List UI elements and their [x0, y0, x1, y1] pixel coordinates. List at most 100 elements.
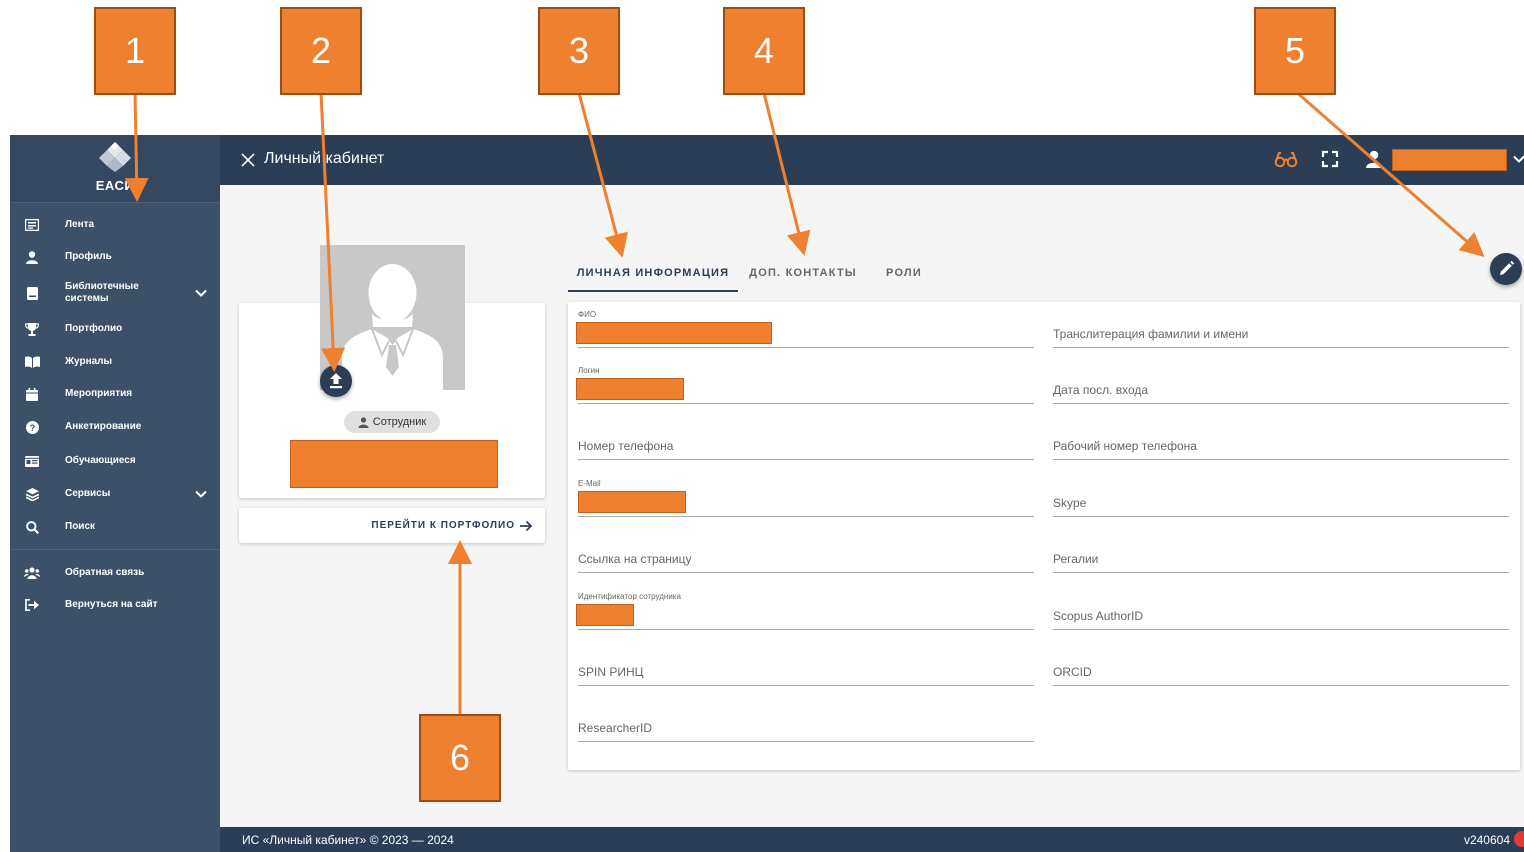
sidebar-item-label: Обучающиеся — [65, 455, 136, 466]
tab-roles[interactable]: РОЛИ — [868, 253, 940, 293]
newspaper-icon — [24, 217, 40, 233]
calendar-icon — [24, 386, 40, 402]
personal-info-form: ФИО Логин Номер телефона E-Mail Ссылка н… — [568, 302, 1520, 770]
role-chip: Сотрудник — [344, 411, 440, 433]
upload-photo-button[interactable] — [320, 365, 352, 397]
annotation-label: 1 — [94, 7, 176, 95]
book-icon — [24, 285, 40, 301]
chevron-down-icon[interactable] — [1512, 152, 1524, 166]
field-employee-id[interactable]: Идентификатор сотрудника — [576, 584, 1034, 630]
field-value-redacted — [576, 322, 772, 344]
annotation-label: 5 — [1254, 7, 1336, 95]
field-work-phone[interactable]: Рабочий номер телефона — [1053, 414, 1509, 460]
sidebar-item-label: Портфолио — [65, 323, 123, 334]
sidebar-item-label: Анкетирование — [65, 421, 142, 432]
tab-extra-contacts[interactable]: ДОП. КОНТАКТЫ — [740, 253, 866, 293]
close-icon[interactable] — [238, 150, 258, 170]
sidebar-item-label: Журналы — [65, 356, 113, 367]
sidebar-item-label: Библиотечные системы — [65, 281, 139, 304]
logo[interactable]: ЕАСИ — [10, 135, 220, 203]
id-card-icon — [24, 453, 40, 469]
field-label: Номер телефона — [578, 439, 674, 453]
annotation-label: 6 — [419, 714, 501, 802]
sidebar-divider — [10, 549, 220, 550]
field-label: Дата посл. входа — [1053, 383, 1149, 397]
annotation-label: 3 — [538, 7, 620, 95]
field-regalia[interactable]: Регалии — [1053, 527, 1509, 573]
field-value-redacted — [576, 604, 634, 626]
glasses-icon[interactable] — [1274, 149, 1298, 169]
field-researcher-id[interactable]: ResearcherID — [578, 696, 1034, 742]
sidebar-item-label: Мероприятия — [65, 388, 133, 399]
sidebar-item-label: Вернуться на сайт — [65, 599, 158, 610]
field-label: Регалии — [1053, 552, 1099, 566]
field-label: Ссылка на страницу — [578, 552, 692, 566]
sidebar-item-label: Обратная связь — [65, 567, 145, 578]
field-value-redacted — [576, 378, 684, 400]
field-orcid[interactable]: ORCID — [1053, 640, 1509, 686]
sidebar-item-surveys[interactable]: ? Анкетирование — [10, 411, 220, 443]
sidebar-item-feedback[interactable]: Обратная связь — [10, 557, 220, 589]
annotation-label: 2 — [280, 7, 362, 95]
question-circle-icon: ? — [24, 419, 40, 435]
edit-button[interactable] — [1490, 253, 1522, 285]
active-tab-indicator — [568, 290, 738, 292]
user-icon[interactable] — [1364, 149, 1384, 169]
field-email[interactable]: E-Mail — [578, 471, 1034, 517]
sidebar-item-label: Поиск — [65, 521, 96, 532]
top-bar: Личный кабинет — [220, 135, 1524, 185]
field-label: Идентификатор сотрудника — [578, 592, 681, 601]
person-icon — [24, 249, 40, 265]
sidebar-item-journals[interactable]: Журналы — [10, 346, 220, 378]
sidebar-item-search[interactable]: Поиск — [10, 511, 220, 543]
field-page-link[interactable]: Ссылка на страницу — [578, 527, 1034, 573]
field-transliteration[interactable]: Транслитерация фамилии и имени — [1053, 302, 1509, 348]
sidebar: ЕАСИ Лента Профиль Библиотечные системы — [10, 135, 220, 852]
arrow-right-icon — [520, 520, 533, 532]
tab-personal-info[interactable]: ЛИЧНАЯ ИНФОРМАЦИЯ — [568, 253, 738, 293]
user-name-redacted[interactable] — [1392, 149, 1507, 171]
sidebar-item-portfolio[interactable]: Портфолио — [10, 313, 220, 345]
field-scopus-id[interactable]: Scopus AuthorID — [1053, 584, 1509, 630]
field-label: ORCID — [1053, 665, 1092, 679]
field-label: ФИО — [578, 310, 597, 319]
field-phone[interactable]: Номер телефона — [578, 414, 1034, 460]
field-label: Транслитерация фамилии и имени — [1053, 327, 1249, 341]
field-label: Рабочий номер телефона — [1053, 439, 1197, 453]
screenshot-root: ЕАСИ Лента Профиль Библиотечные системы — [0, 0, 1524, 852]
svg-text:?: ? — [29, 423, 35, 433]
layers-icon — [24, 486, 40, 502]
sidebar-item-students[interactable]: Обучающиеся — [10, 445, 220, 477]
field-skype[interactable]: Skype — [1053, 471, 1509, 517]
users-icon — [24, 565, 40, 581]
sidebar-item-return-to-site[interactable]: Вернуться на сайт — [10, 589, 220, 621]
field-spin-rinc[interactable]: SPIN РИНЦ — [578, 640, 1034, 686]
fullscreen-icon[interactable] — [1320, 149, 1340, 169]
upload-icon — [330, 373, 342, 389]
notification-badge[interactable] — [1514, 831, 1524, 847]
sidebar-item-profile[interactable]: Профиль — [10, 241, 220, 273]
page-title: Личный кабинет — [264, 150, 385, 167]
sidebar-item-feed[interactable]: Лента — [10, 209, 220, 241]
chevron-down-icon[interactable] — [194, 286, 208, 300]
open-book-icon — [24, 354, 40, 370]
person-icon — [358, 416, 369, 428]
sidebar-item-events[interactable]: Мероприятия — [10, 378, 220, 410]
go-to-portfolio-button[interactable]: ПЕРЕЙТИ К ПОРТФОЛИО — [239, 508, 545, 543]
logo-mark-icon — [99, 142, 131, 172]
logo-text: ЕАСИ — [95, 178, 135, 193]
chevron-down-icon[interactable] — [194, 487, 208, 501]
field-label: SPIN РИНЦ — [578, 665, 644, 679]
field-last-login[interactable]: Дата посл. входа — [1053, 358, 1509, 404]
annotation-label: 4 — [723, 7, 805, 95]
field-label: ResearcherID — [578, 721, 653, 735]
field-label: Логин — [578, 366, 600, 375]
trophy-icon — [24, 321, 40, 337]
sidebar-item-services[interactable]: Сервисы — [10, 478, 220, 510]
sidebar-item-library-systems[interactable]: Библиотечные системы — [10, 277, 220, 309]
field-login[interactable]: Логин — [576, 358, 1034, 404]
footer-copyright: ИС «Личный кабинет» © 2023 — 2024 — [242, 833, 454, 847]
field-label: E-Mail — [578, 479, 601, 488]
field-label: Scopus AuthorID — [1053, 609, 1144, 623]
field-full-name[interactable]: ФИО — [576, 302, 1034, 348]
